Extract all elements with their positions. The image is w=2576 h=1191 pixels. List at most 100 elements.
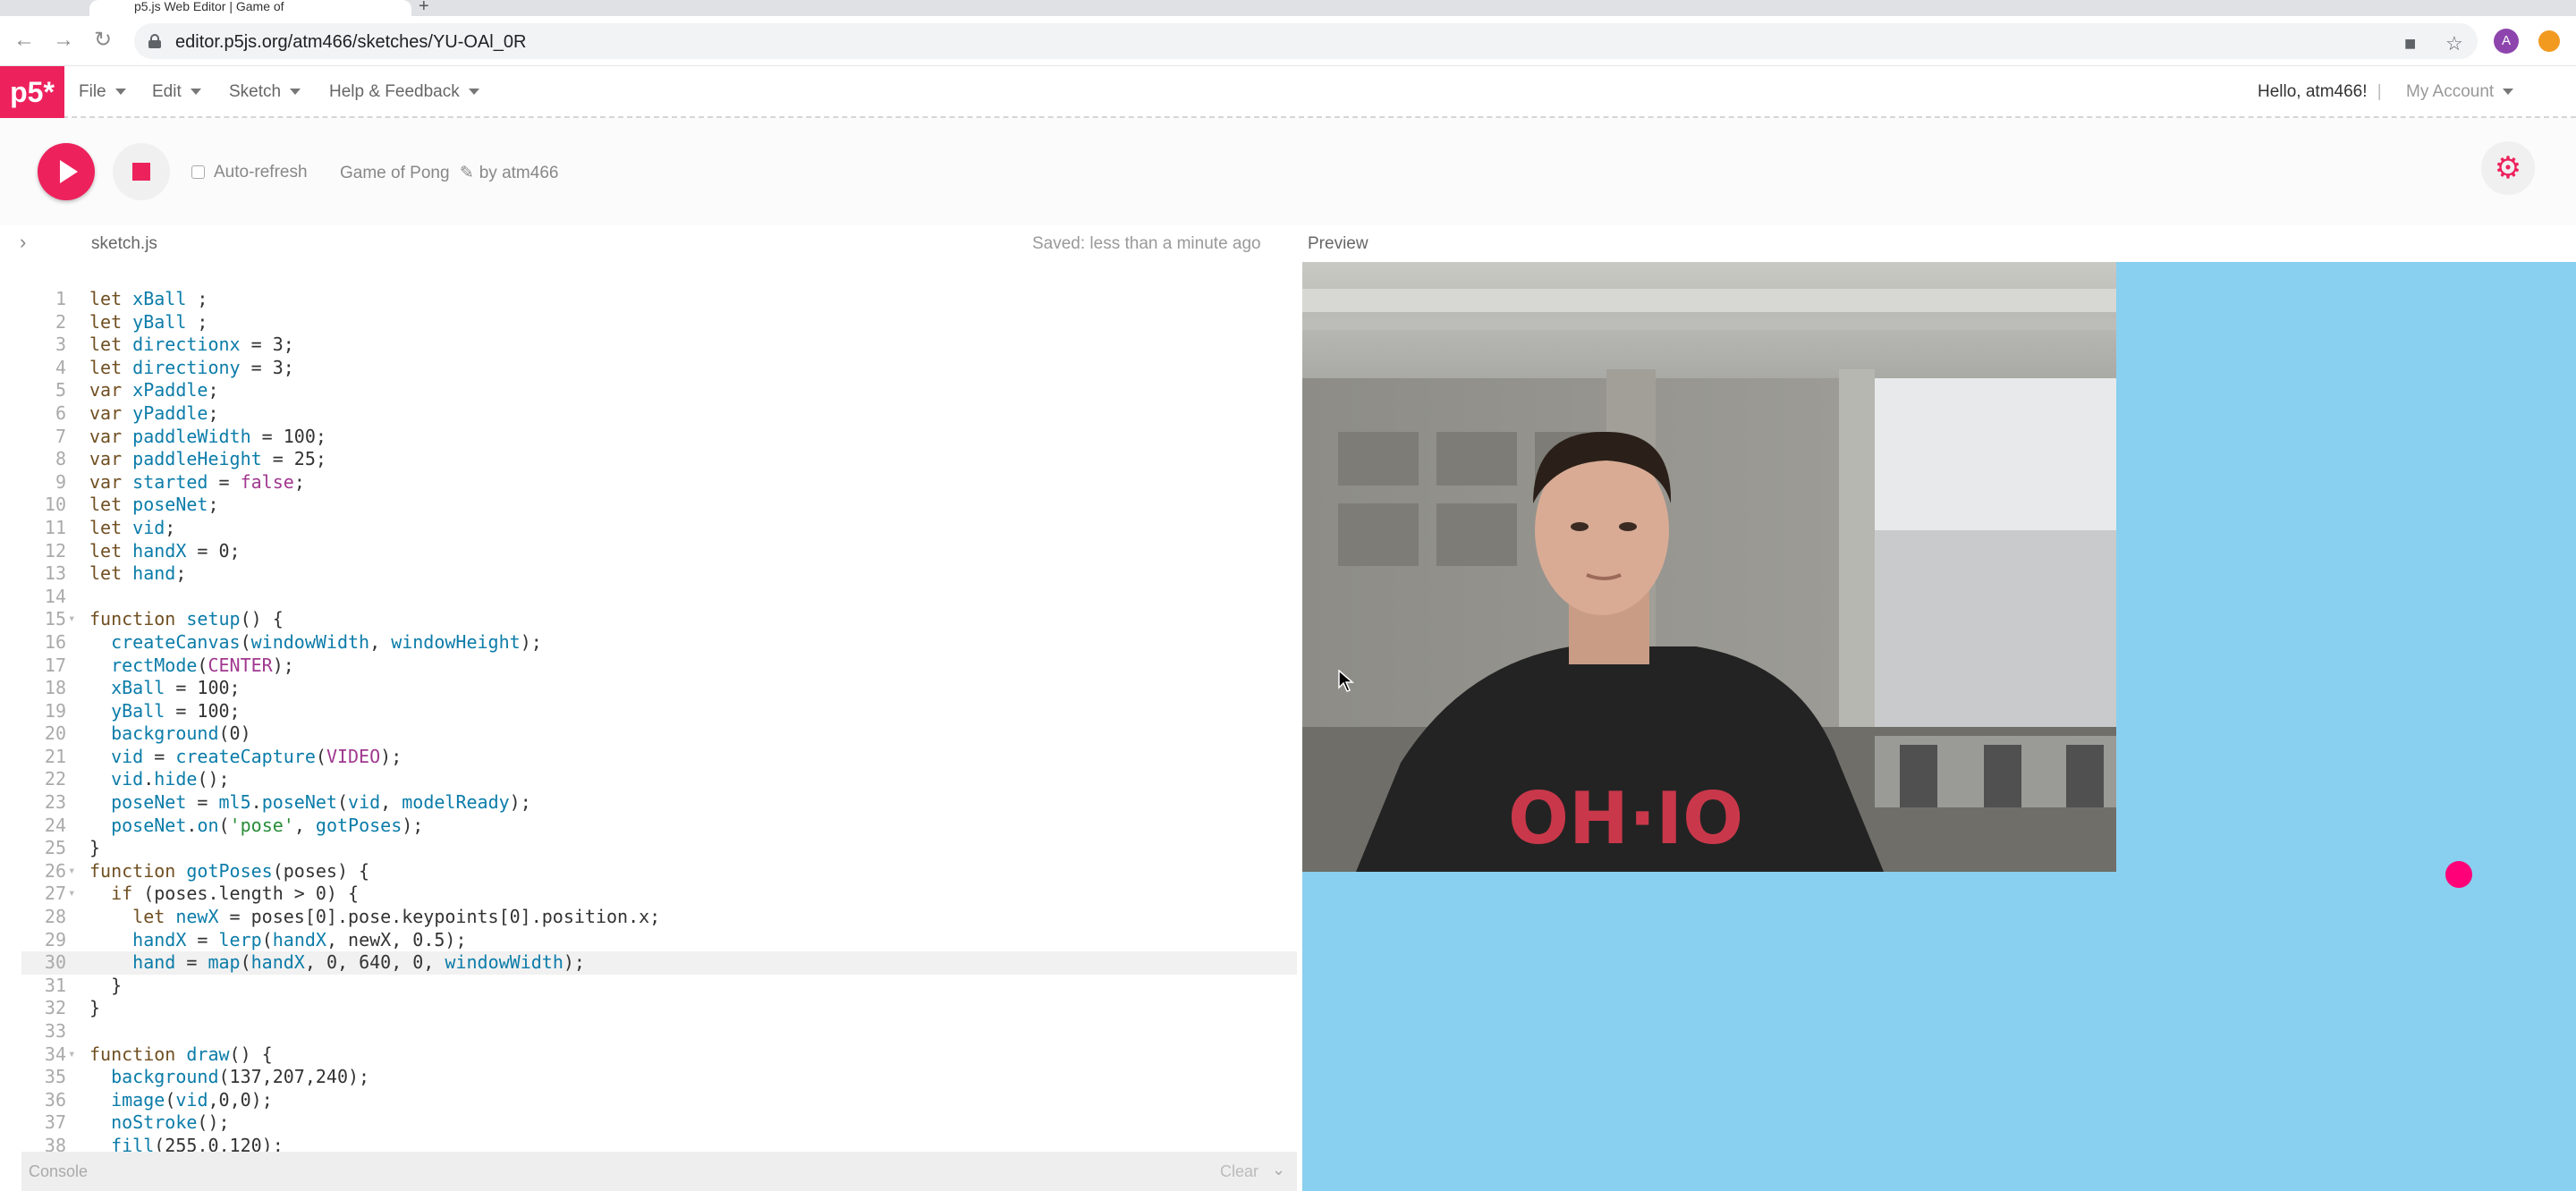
code-line[interactable]: 5 var xPaddle; <box>21 379 1297 402</box>
code-text: let hand; <box>89 562 187 585</box>
preview-canvas[interactable]: OH·IO <box>1302 262 2576 1191</box>
p5-nav-bar: p5* File Edit Sketch Help & Feedback Hel… <box>0 66 2576 118</box>
chevron-down-icon <box>290 89 301 96</box>
code-line[interactable]: 35 background(137,207,240); <box>21 1066 1297 1089</box>
editor-filename[interactable]: sketch.js <box>91 234 157 254</box>
code-editor[interactable]: 1 let xBall ; 2 let yBall ; 3 let directionx … <box>21 265 1297 1152</box>
code-line[interactable]: 32} <box>21 997 1297 1020</box>
code-line[interactable]: 14 <box>21 586 1297 609</box>
code-line[interactable]: 6 var yPaddle; <box>21 402 1297 426</box>
fold-arrow-icon[interactable]: ▾ <box>68 608 86 631</box>
code-text: background(137,207,240); <box>111 1066 370 1088</box>
play-button[interactable] <box>38 143 95 200</box>
chevron-down-icon <box>468 89 479 96</box>
code-text: fill(255,0,120); <box>111 1134 284 1152</box>
console-clear-button[interactable]: Clear <box>1220 1162 1258 1181</box>
extension-icon[interactable] <box>2538 30 2560 52</box>
console-bar[interactable]: Console Clear ⌄ <box>21 1152 1297 1191</box>
nav-separator: | <box>2377 82 2382 101</box>
back-arrow-icon[interactable]: ← <box>11 27 38 54</box>
chevron-down-icon <box>2503 89 2514 96</box>
line-number: 22 <box>44 768 66 790</box>
line-number: 14 <box>44 585 66 607</box>
code-text: rectMode(CENTER); <box>111 654 294 676</box>
code-line[interactable]: 16 createCanvas(windowWidth, windowHeigh… <box>21 631 1297 655</box>
p5-logo[interactable]: p5* <box>0 66 64 118</box>
fold-arrow-icon[interactable]: ▾ <box>68 860 86 883</box>
menu-help-feedback[interactable]: Help & Feedback <box>329 82 479 102</box>
code-line[interactable]: 4 let directiony = 3; <box>21 357 1297 380</box>
code-text: poseNet = ml5.poseNet(vid, modelReady); <box>111 791 531 814</box>
gear-icon[interactable]: ⚙ <box>2481 141 2535 195</box>
my-account-menu[interactable]: My Account <box>2406 82 2514 102</box>
chevron-down-icon[interactable]: ⌄ <box>1272 1161 1285 1179</box>
chevron-right-icon[interactable]: › <box>20 231 26 254</box>
line-number: 28 <box>44 906 66 928</box>
code-line[interactable]: 30 hand = map(handX, 0, 640, 0, windowWi… <box>21 951 1297 975</box>
new-tab-button[interactable]: + <box>419 0 429 15</box>
line-number: 1 <box>55 288 66 309</box>
reload-icon[interactable]: ↻ <box>89 27 116 54</box>
code-line[interactable]: 9 var started = false; <box>21 471 1297 494</box>
code-line[interactable]: 25} <box>21 837 1297 860</box>
code-line[interactable]: 8 var paddleHeight = 25; <box>21 448 1297 471</box>
pencil-icon[interactable]: ✎ <box>460 164 474 182</box>
code-line[interactable]: 12 let handX = 0; <box>21 540 1297 563</box>
code-line[interactable]: 34 ▾ function draw() { <box>21 1043 1297 1067</box>
menu-file[interactable]: File <box>79 82 126 102</box>
camera-icon[interactable]: ■ <box>2404 32 2416 55</box>
code-line[interactable]: 21 vid = createCapture(VIDEO); <box>21 746 1297 769</box>
code-line[interactable]: 38 fill(255,0,120); <box>21 1135 1297 1152</box>
browser-tab[interactable]: p5.js Web Editor | Game of <box>89 0 411 16</box>
code-line[interactable]: 19 yBall = 100; <box>21 700 1297 723</box>
line-number: 38 <box>44 1134 66 1152</box>
code-text: function setup() { <box>89 608 284 630</box>
code-line[interactable]: 10 let poseNet; <box>21 494 1297 517</box>
code-line[interactable]: 17 rectMode(CENTER); <box>21 655 1297 678</box>
sketch-title[interactable]: Game of Pong ✎ by atm466 <box>340 163 558 183</box>
code-line[interactable]: 31 } <box>21 975 1297 998</box>
line-number: 8 <box>55 448 66 470</box>
code-line[interactable]: 22 vid.hide(); <box>21 768 1297 791</box>
line-number: 15 <box>44 608 66 630</box>
code-line[interactable]: 24 poseNet.on('pose', gotPoses); <box>21 815 1297 838</box>
code-text: image(vid,0,0); <box>111 1088 273 1111</box>
code-text: } <box>89 837 101 859</box>
sketch-author: by atm466 <box>479 164 559 182</box>
line-number: 34 <box>44 1043 66 1065</box>
code-line[interactable]: 7 var paddleWidth = 100; <box>21 426 1297 449</box>
fold-arrow-icon[interactable]: ▾ <box>68 883 86 906</box>
code-text: var started = false; <box>89 470 305 493</box>
bookmark-star-icon[interactable]: ☆ <box>2445 32 2463 55</box>
code-line[interactable]: 3 let directionx = 3; <box>21 334 1297 357</box>
profile-avatar[interactable]: A <box>2494 29 2519 54</box>
code-line[interactable]: 37 noStroke(); <box>21 1111 1297 1135</box>
code-line[interactable]: 28 let newX = poses[0].pose.keypoints[0]… <box>21 906 1297 929</box>
line-number: 10 <box>44 494 66 516</box>
code-text: let newX = poses[0].pose.keypoints[0].po… <box>132 906 661 928</box>
code-line[interactable]: 23 poseNet = ml5.poseNet(vid, modelReady… <box>21 791 1297 815</box>
code-line[interactable]: 15 ▾ function setup() { <box>21 608 1297 631</box>
code-line[interactable]: 1 let xBall ; <box>21 288 1297 311</box>
code-line[interactable]: 33 <box>21 1020 1297 1043</box>
stop-button[interactable] <box>113 143 170 200</box>
code-line[interactable]: 11 let vid; <box>21 517 1297 540</box>
menu-sketch[interactable]: Sketch <box>229 82 301 102</box>
code-line[interactable]: 20 background(0) <box>21 722 1297 746</box>
code-line[interactable]: 36 image(vid,0,0); <box>21 1089 1297 1112</box>
code-text: poseNet.on('pose', gotPoses); <box>111 814 424 836</box>
auto-refresh-checkbox[interactable] <box>191 165 205 180</box>
code-text: hand = map(handX, 0, 640, 0, windowWidth… <box>132 951 585 974</box>
code-line[interactable]: 29 handX = lerp(handX, newX, 0.5); <box>21 929 1297 952</box>
auto-refresh-toggle[interactable]: Auto-refresh <box>191 163 308 182</box>
code-line[interactable]: 26 ▾ function gotPoses(poses) { <box>21 860 1297 883</box>
code-text: } <box>89 997 101 1019</box>
url-field[interactable]: editor.p5js.org/atm466/sketches/YU-OAl_0… <box>134 23 2478 59</box>
code-line[interactable]: 13 let hand; <box>21 562 1297 586</box>
code-line[interactable]: 2 let yBall ; <box>21 311 1297 334</box>
forward-arrow-icon[interactable]: → <box>50 27 77 54</box>
code-line[interactable]: 27 ▾ if (poses.length > 0) { <box>21 883 1297 906</box>
fold-arrow-icon[interactable]: ▾ <box>68 1043 86 1067</box>
code-line[interactable]: 18 xBall = 100; <box>21 677 1297 700</box>
menu-edit[interactable]: Edit <box>152 82 201 102</box>
